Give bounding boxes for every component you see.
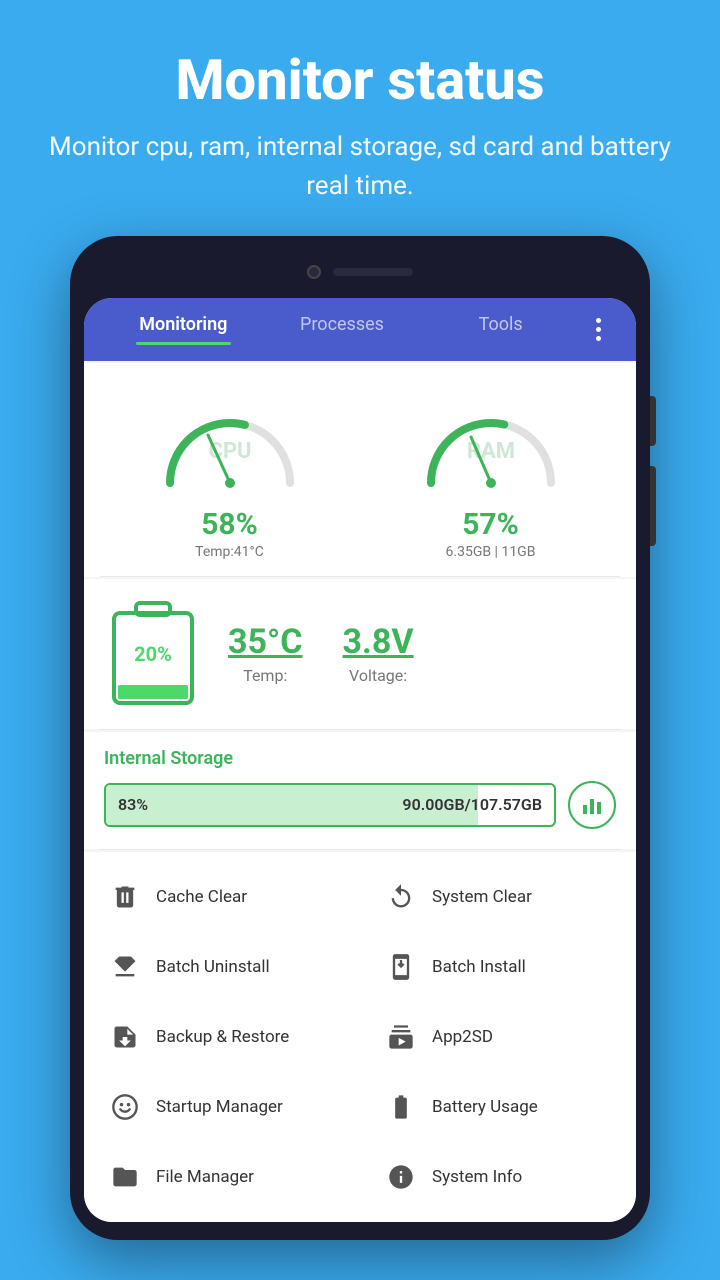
cpu-percent: 58% (201, 507, 258, 542)
phone-frame: Monitoring Processes Tools (70, 236, 650, 1240)
battery-percent-label: 20% (134, 642, 172, 666)
cpu-gauge-svg: CPU (150, 383, 310, 503)
phone-wrapper: Monitoring Processes Tools (0, 236, 720, 1240)
top-section: Monitor status Monitor cpu, ram, interna… (0, 0, 720, 236)
gauges-row: CPU 58% Temp:41°C (84, 363, 636, 576)
tool-system-info[interactable]: System Info (360, 1142, 636, 1212)
startup-manager-icon (108, 1090, 142, 1124)
cache-clear-icon (108, 880, 142, 914)
battery-voltage-value: 3.8V (343, 622, 414, 662)
tool-battery-usage[interactable]: Battery Usage (360, 1072, 636, 1142)
battery-temp-label: Temp: (243, 666, 287, 685)
startup-manager-label: Startup Manager (156, 1097, 283, 1117)
dot-2 (596, 327, 601, 332)
file-manager-icon (108, 1160, 142, 1194)
tool-file-manager[interactable]: File Manager (84, 1142, 360, 1212)
more-menu-button[interactable] (580, 318, 616, 341)
camera (307, 265, 321, 279)
phone-notch (84, 254, 636, 290)
battery-temp-value: 35°C (228, 622, 303, 662)
backup-restore-icon (108, 1020, 142, 1054)
system-clear-label: System Clear (432, 887, 532, 907)
battery-section: 20% 35°C Temp: 3.8V Voltage: (84, 579, 636, 729)
storage-chart-button[interactable] (568, 781, 616, 829)
battery-usage-icon (384, 1090, 418, 1124)
batch-install-icon (384, 950, 418, 984)
dot-1 (596, 318, 601, 323)
tool-cache-clear[interactable]: Cache Clear (84, 862, 360, 932)
storage-bar-row: 83% 90.00GB/107.57GB (104, 781, 616, 829)
tab-tools[interactable]: Tools (421, 314, 580, 345)
ram-percent: 57% (462, 507, 519, 542)
system-info-icon (384, 1160, 418, 1194)
ram-gauge: RAM 57% 6.35GB | 11GB (365, 383, 616, 560)
side-button (650, 396, 656, 446)
storage-percent: 83% (118, 795, 148, 814)
divider-3 (100, 849, 620, 850)
tool-batch-uninstall[interactable]: Batch Uninstall (84, 932, 360, 1002)
tool-batch-install[interactable]: Batch Install (360, 932, 636, 1002)
battery-voltage-label: Voltage: (349, 666, 407, 685)
batch-uninstall-icon (108, 950, 142, 984)
storage-section: Internal Storage 83% 90.00GB/107.57GB (84, 732, 636, 849)
monitoring-section: CPU 58% Temp:41°C (84, 363, 636, 577)
tool-backup-restore[interactable]: Backup & Restore (84, 1002, 360, 1072)
phone-screen: Monitoring Processes Tools (84, 298, 636, 1222)
tools-section: Cache Clear System Clear (84, 852, 636, 1222)
battery-voltage-stat: 3.8V Voltage: (343, 622, 414, 685)
page-wrapper: Monitor status Monitor cpu, ram, interna… (0, 0, 720, 1240)
bar-chart-icon (580, 793, 604, 817)
battery-stats: 35°C Temp: 3.8V Voltage: (228, 622, 414, 685)
storage-title: Internal Storage (104, 748, 616, 769)
system-clear-icon (384, 880, 418, 914)
tool-startup-manager[interactable]: Startup Manager (84, 1072, 360, 1142)
speaker (333, 268, 413, 276)
cache-clear-label: Cache Clear (156, 887, 247, 907)
battery-icon-wrapper: 20% (108, 599, 198, 709)
dot-3 (596, 336, 601, 341)
storage-bar-container: 83% 90.00GB/107.57GB (104, 783, 556, 827)
tool-app2sd[interactable]: App2SD (360, 1002, 636, 1072)
battery-temp-stat: 35°C Temp: (228, 622, 303, 685)
storage-detail: 90.00GB/107.57GB (402, 795, 542, 814)
battery-usage-label: Battery Usage (432, 1097, 538, 1117)
app2sd-icon (384, 1020, 418, 1054)
batch-install-label: Batch Install (432, 957, 526, 977)
page-title: Monitor status (40, 50, 680, 112)
app2sd-label: App2SD (432, 1027, 493, 1047)
storage-bar-text: 83% 90.00GB/107.57GB (106, 795, 554, 814)
ram-gauge-svg: RAM (411, 383, 571, 503)
system-info-label: System Info (432, 1167, 522, 1187)
tab-processes[interactable]: Processes (263, 314, 422, 345)
cpu-temp: Temp:41°C (195, 544, 264, 560)
divider-2 (100, 729, 620, 730)
tool-system-clear[interactable]: System Clear (360, 862, 636, 932)
divider-1 (100, 576, 620, 577)
ram-used: 6.35GB | 11GB (446, 544, 536, 560)
cpu-gauge: CPU 58% Temp:41°C (104, 383, 355, 560)
file-manager-label: File Manager (156, 1167, 254, 1187)
batch-uninstall-label: Batch Uninstall (156, 957, 270, 977)
tab-monitoring[interactable]: Monitoring (104, 314, 263, 345)
app-bar: Monitoring Processes Tools (84, 298, 636, 361)
side-button-2 (650, 466, 656, 546)
page-subtitle: Monitor cpu, ram, internal storage, sd c… (40, 128, 680, 206)
tools-grid: Cache Clear System Clear (84, 862, 636, 1212)
backup-restore-label: Backup & Restore (156, 1027, 289, 1047)
